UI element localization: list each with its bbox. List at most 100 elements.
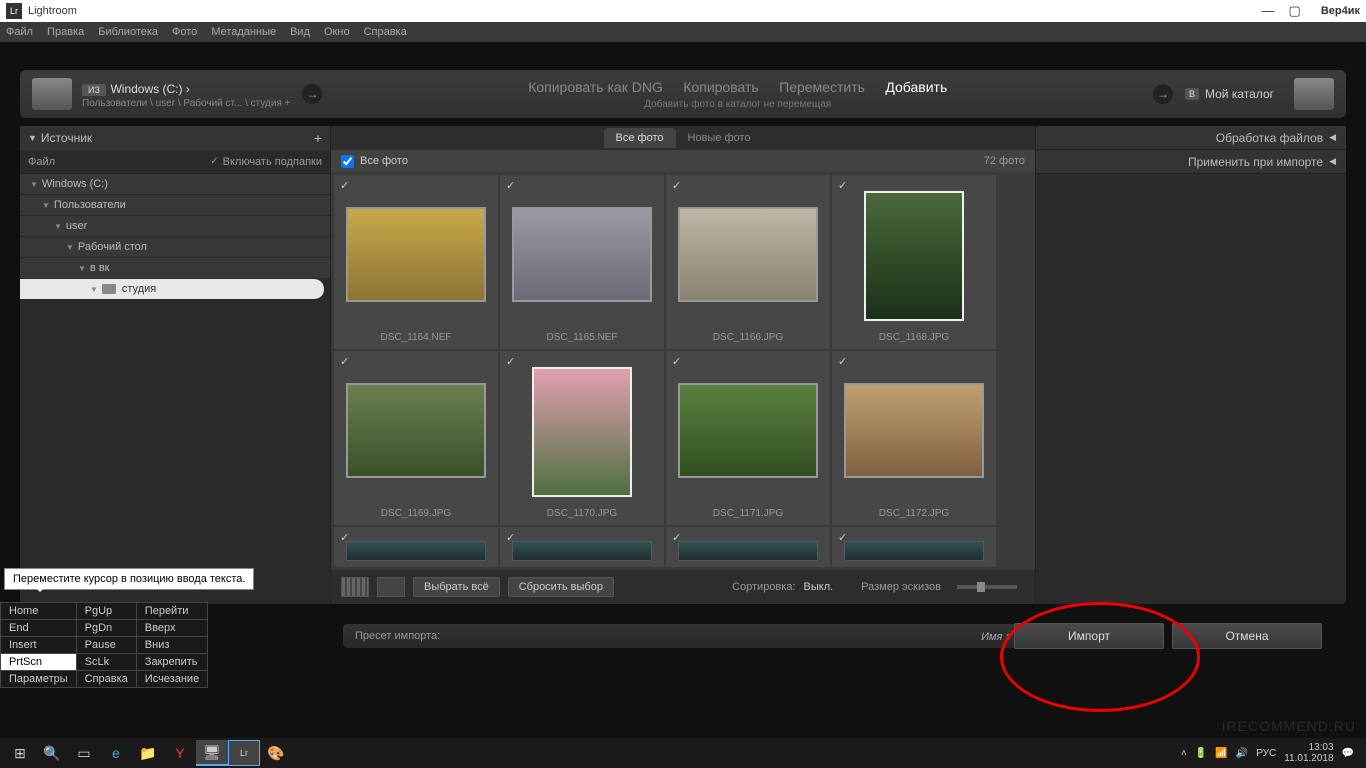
thumbnail[interactable]: ✓DSC_1164.NEF: [334, 175, 498, 349]
arrow-right-icon[interactable]: →: [302, 84, 322, 104]
cancel-button[interactable]: Отмена: [1172, 623, 1322, 649]
sort-label: Сортировка:: [732, 581, 795, 593]
include-subfolders-check[interactable]: ✓: [210, 156, 218, 167]
overlay-key[interactable]: Вниз: [136, 637, 207, 654]
tab-all-photos[interactable]: Все фото: [604, 128, 676, 148]
overlay-key[interactable]: Insert: [1, 637, 77, 654]
overlay-key[interactable]: PrtScn: [1, 654, 77, 671]
dest-badge: В: [1185, 88, 1199, 100]
dest-label[interactable]: Мой каталог: [1205, 87, 1274, 101]
overlay-key[interactable]: Справка: [76, 671, 136, 688]
thumbnail[interactable]: ✓DSC_1170.JPG: [500, 351, 664, 525]
sort-value[interactable]: Выкл.: [804, 581, 834, 593]
overlay-key[interactable]: ScLk: [76, 654, 136, 671]
grid-header-label: Все фото: [360, 155, 408, 167]
thumbnail[interactable]: ✓: [666, 527, 830, 567]
tray-up-icon[interactable]: ˄: [1181, 748, 1187, 759]
overlay-key[interactable]: Home: [1, 603, 77, 620]
arrow-right-icon-2[interactable]: →: [1153, 84, 1173, 104]
thumbnail[interactable]: ✓: [832, 527, 996, 567]
file-handling-header[interactable]: Обработка файлов ◀: [1036, 126, 1346, 150]
triangle-left-icon: ◀: [1329, 132, 1336, 143]
volume-icon[interactable]: 🔊: [1236, 748, 1248, 759]
overlay-key[interactable]: Pause: [76, 637, 136, 654]
tree-item[interactable]: ▼студия: [20, 279, 324, 300]
language-indicator[interactable]: РУС: [1256, 748, 1276, 759]
yandex-icon[interactable]: Y: [164, 740, 196, 766]
thumbnail[interactable]: ✓: [500, 527, 664, 567]
overlay-key[interactable]: Перейти: [136, 603, 207, 620]
battery-icon[interactable]: 🔋: [1195, 748, 1207, 759]
overlay-key[interactable]: PgDn: [76, 620, 136, 637]
thumbnail-grid: ✓DSC_1164.NEF✓DSC_1165.NEF✓DSC_1166.JPG✓…: [331, 172, 1035, 570]
menu-metadata[interactable]: Метаданные: [211, 26, 276, 38]
mode-move[interactable]: Переместить: [779, 79, 865, 95]
overlay-key[interactable]: Закрепить: [136, 654, 207, 671]
taskbar-clock[interactable]: 13:03 11.01.2018: [1284, 742, 1333, 764]
apply-during-import-header[interactable]: Применить при импорте ◀: [1036, 150, 1346, 174]
tab-new-photos[interactable]: Новые фото: [676, 128, 763, 148]
thumbnail[interactable]: ✓: [334, 527, 498, 567]
preset-value[interactable]: Имя ▾: [981, 630, 1011, 643]
thumbnail[interactable]: ✓DSC_1169.JPG: [334, 351, 498, 525]
overlay-key[interactable]: Параметры: [1, 671, 77, 688]
tree-item[interactable]: ▼Windows (C:): [20, 174, 330, 195]
grid-view-button[interactable]: [341, 577, 369, 597]
search-icon[interactable]: 🔍: [36, 740, 68, 766]
select-all-button[interactable]: Выбрать всё: [413, 577, 500, 597]
import-preset-bar[interactable]: Пресет импорта: Имя ▾: [343, 624, 1023, 648]
source-drive-label[interactable]: Windows (C:) ›: [110, 82, 189, 96]
thumb-size-slider[interactable]: [957, 585, 1017, 589]
task-view-icon[interactable]: ▭: [68, 740, 100, 766]
menu-photo[interactable]: Фото: [172, 26, 197, 38]
source-drive-icon[interactable]: [32, 78, 72, 110]
overlay-key[interactable]: End: [1, 620, 77, 637]
menu-bar: Файл Правка Библиотека Фото Метаданные В…: [0, 22, 1366, 42]
paint-icon[interactable]: 🎨: [260, 740, 292, 766]
source-panel-title: Источник: [41, 131, 92, 145]
tree-item[interactable]: ▼в вк: [20, 258, 330, 279]
menu-edit[interactable]: Правка: [47, 26, 84, 38]
menu-library[interactable]: Библиотека: [98, 26, 158, 38]
overlay-key[interactable]: Вверх: [136, 620, 207, 637]
loupe-view-button[interactable]: [377, 577, 405, 597]
overlay-key[interactable]: Исчезание: [136, 671, 207, 688]
menu-file[interactable]: Файл: [6, 26, 33, 38]
start-button[interactable]: ⊞: [4, 740, 36, 766]
thumbnail[interactable]: ✓DSC_1168.JPG: [832, 175, 996, 349]
thumbnail[interactable]: ✓DSC_1166.JPG: [666, 175, 830, 349]
overlay-key[interactable]: PgUp: [76, 603, 136, 620]
mode-copy-dng[interactable]: Копировать как DNG: [528, 79, 663, 95]
mode-add[interactable]: Добавить: [885, 79, 947, 95]
app-taskbar-1[interactable]: 🖥: [196, 740, 228, 766]
folder-tree: ▼Windows (C:)▼Пользователи▼user▼Рабочий …: [20, 174, 330, 604]
select-all-checkbox[interactable]: [341, 155, 354, 168]
notifications-icon[interactable]: 💬: [1342, 748, 1354, 759]
mode-copy[interactable]: Копировать: [683, 79, 758, 95]
settings-panel: Обработка файлов ◀ Применить при импорте…: [1036, 126, 1346, 604]
explorer-icon[interactable]: 📁: [132, 740, 164, 766]
thumbnail[interactable]: ✓DSC_1172.JPG: [832, 351, 996, 525]
thumbnail[interactable]: ✓DSC_1165.NEF: [500, 175, 664, 349]
maximize-icon[interactable]: ▢: [1289, 3, 1301, 19]
photo-filter-tabs: Все фото Новые фото: [331, 126, 1035, 150]
menu-window[interactable]: Окно: [324, 26, 350, 38]
import-button[interactable]: Импорт: [1014, 623, 1164, 649]
thumbnail[interactable]: ✓DSC_1171.JPG: [666, 351, 830, 525]
menu-view[interactable]: Вид: [290, 26, 310, 38]
windows-taskbar: ⊞ 🔍 ▭ e 📁 Y 🖥 Lr 🎨 ˄ 🔋 📶 🔊 РУС 13:03 11.…: [0, 738, 1366, 768]
source-panel-header[interactable]: ▼ Источник +: [20, 126, 330, 150]
add-source-icon[interactable]: +: [314, 130, 322, 146]
dest-drive-icon[interactable]: [1294, 78, 1334, 110]
grid-toolbar: Выбрать всё Сбросить выбор Сортировка: В…: [331, 570, 1035, 604]
lightroom-taskbar-icon[interactable]: Lr: [228, 740, 260, 766]
tree-item[interactable]: ▼Рабочий стол: [20, 237, 330, 258]
minimize-icon[interactable]: —: [1262, 3, 1275, 19]
tree-item[interactable]: ▼Пользователи: [20, 195, 330, 216]
deselect-all-button[interactable]: Сбросить выбор: [508, 577, 614, 597]
edge-icon[interactable]: e: [100, 740, 132, 766]
tree-item[interactable]: ▼user: [20, 216, 330, 237]
menu-help[interactable]: Справка: [364, 26, 407, 38]
mode-subtitle: Добавить фото в каталог не перемещая: [334, 99, 1141, 110]
wifi-icon[interactable]: 📶: [1215, 748, 1227, 759]
